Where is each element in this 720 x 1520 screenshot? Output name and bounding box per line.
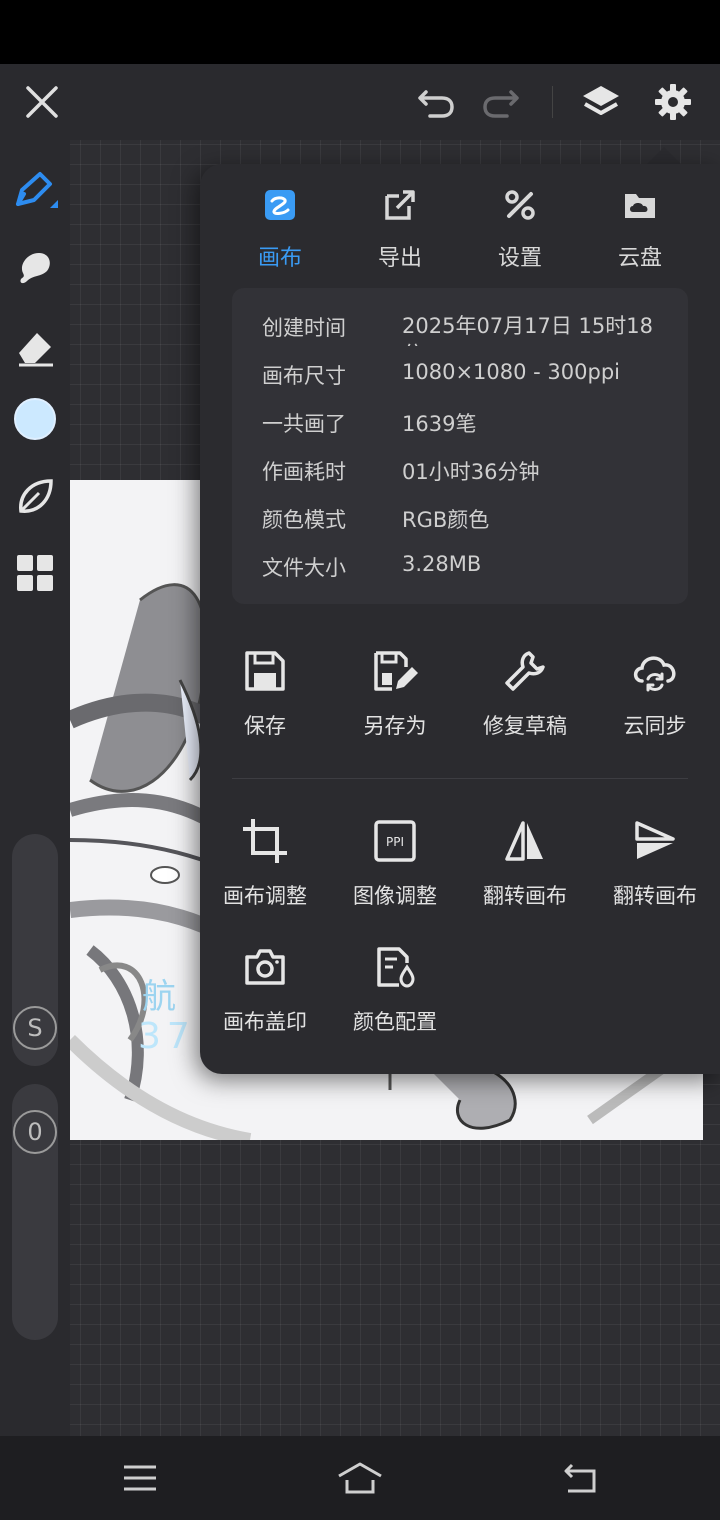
nav-home-button[interactable] xyxy=(330,1454,390,1502)
info-value: 1639笔 xyxy=(402,412,477,436)
flip-canvas-horizontal-label: 翻转画布 xyxy=(483,884,567,908)
image-adjust-button[interactable]: PPI 图像调整 xyxy=(330,814,460,910)
tab-settings-label: 设置 xyxy=(497,246,542,271)
close-button[interactable] xyxy=(18,78,66,126)
tab-cloud-drive[interactable]: 云盘 xyxy=(580,184,700,271)
smudge-tool-button[interactable] xyxy=(10,244,60,294)
info-value: RGB颜色 xyxy=(402,508,490,532)
save-label: 保存 xyxy=(244,714,286,738)
nav-menu-button[interactable] xyxy=(110,1454,170,1502)
leaf-icon xyxy=(19,479,53,513)
signature-text: 航 xyxy=(142,977,176,1017)
redo-button[interactable] xyxy=(477,78,525,126)
canvas-info-box: 创建时间 2025年07月17日 15时18分 画布尺寸 1080×1080 -… xyxy=(232,288,688,604)
tab-canvas[interactable]: 画布 xyxy=(220,184,340,271)
tab-export[interactable]: 导出 xyxy=(340,184,460,271)
save-as-label: 另存为 xyxy=(363,714,427,738)
canvas-adjust-button[interactable]: 画布调整 xyxy=(200,814,330,910)
materials-button[interactable] xyxy=(10,548,60,598)
shape-tool-button[interactable] xyxy=(10,472,60,522)
toolbar-divider xyxy=(552,86,553,118)
flip-horizontal-icon xyxy=(505,821,543,861)
color-profile-icon xyxy=(377,947,415,988)
cloud-sync-button[interactable]: 云同步 xyxy=(590,644,720,740)
ppi-icon: PPI xyxy=(374,820,416,862)
brush-tool-button[interactable] xyxy=(10,166,60,216)
canvas-stamp-label: 画布盖印 xyxy=(223,1010,307,1034)
crop-icon xyxy=(243,819,287,863)
save-as-icon xyxy=(374,651,418,691)
smudge-icon xyxy=(20,253,50,284)
color-picker-button[interactable] xyxy=(10,394,60,444)
top-toolbar xyxy=(0,64,720,140)
flip-canvas-vertical-button[interactable]: 翻转画布 xyxy=(590,814,720,910)
info-key: 颜色模式 xyxy=(262,508,346,532)
undo-button[interactable] xyxy=(412,78,460,126)
repair-draft-button[interactable]: 修复草稿 xyxy=(460,644,590,740)
canvas-adjust-label: 画布调整 xyxy=(223,884,307,908)
tools-icon xyxy=(505,190,535,220)
pen-icon xyxy=(16,172,58,208)
tab-cloud-drive-label: 云盘 xyxy=(617,246,662,271)
eraser-icon xyxy=(19,333,53,367)
info-key: 文件大小 xyxy=(262,556,346,580)
current-color-swatch xyxy=(14,398,56,440)
left-toolbar: S 0 xyxy=(0,140,70,1436)
flip-canvas-vertical-label: 翻转画布 xyxy=(613,884,697,908)
eraser-tool-button[interactable] xyxy=(10,322,60,372)
svg-text:PPI: PPI xyxy=(386,835,404,849)
canvas-menu-panel: 画布 导出 设置 云盘 创建时间 2025年07月17日 15时18 画布尺寸 … xyxy=(200,164,720,1074)
info-value: 1080×1080 - 300ppi xyxy=(402,360,620,384)
color-profile-button[interactable]: 颜色配置 xyxy=(330,940,460,1036)
canvas-icon xyxy=(265,190,295,220)
repair-draft-label: 修复草稿 xyxy=(483,714,567,738)
info-value: 3.28MB xyxy=(402,552,482,576)
redo-icon xyxy=(483,90,519,118)
status-bar xyxy=(0,0,720,64)
gear-icon xyxy=(655,84,691,120)
layers-button[interactable] xyxy=(577,78,625,126)
menu-icon xyxy=(124,1465,156,1491)
info-key: 画布尺寸 xyxy=(262,364,346,388)
back-icon xyxy=(564,1463,596,1493)
info-key: 作画耗时 xyxy=(262,460,346,484)
signature-number: 37 xyxy=(138,1016,196,1057)
cloud-sync-label: 云同步 xyxy=(623,714,687,738)
tab-settings[interactable]: 设置 xyxy=(460,184,580,271)
wrench-icon xyxy=(505,651,545,691)
cloud-drive-icon xyxy=(625,194,655,218)
layers-icon xyxy=(583,86,619,115)
flip-vertical-icon xyxy=(635,821,675,859)
nav-back-button[interactable] xyxy=(550,1454,610,1502)
export-icon xyxy=(385,190,415,220)
canvas-stamp-button[interactable]: 画布盖印 xyxy=(200,940,330,1036)
tab-canvas-label: 画布 xyxy=(257,246,302,271)
info-key: 创建时间 xyxy=(262,316,346,340)
info-key: 一共画了 xyxy=(262,412,346,436)
undo-icon xyxy=(418,90,454,118)
opacity-knob[interactable]: 0 xyxy=(13,1110,57,1154)
save-button[interactable]: 保存 xyxy=(200,644,330,740)
brush-size-knob[interactable]: S xyxy=(13,1006,57,1050)
tab-export-label: 导出 xyxy=(377,246,422,271)
flip-canvas-horizontal-button[interactable]: 翻转画布 xyxy=(460,814,590,910)
save-as-button[interactable]: 另存为 xyxy=(330,644,460,740)
actions-divider xyxy=(232,778,688,779)
image-adjust-label: 图像调整 xyxy=(353,884,437,908)
info-value: 2025年07月17日 15时18分 xyxy=(402,314,654,346)
settings-button[interactable] xyxy=(649,78,697,126)
grid-icon xyxy=(17,555,53,591)
cloud-sync-icon xyxy=(633,656,676,692)
home-icon xyxy=(338,1462,382,1494)
close-icon xyxy=(26,86,58,118)
info-value: 01小时36分钟 xyxy=(402,460,540,484)
camera-icon xyxy=(245,949,285,985)
system-nav-bar xyxy=(0,1436,720,1520)
color-profile-label: 颜色配置 xyxy=(353,1010,437,1034)
save-icon xyxy=(245,651,285,691)
